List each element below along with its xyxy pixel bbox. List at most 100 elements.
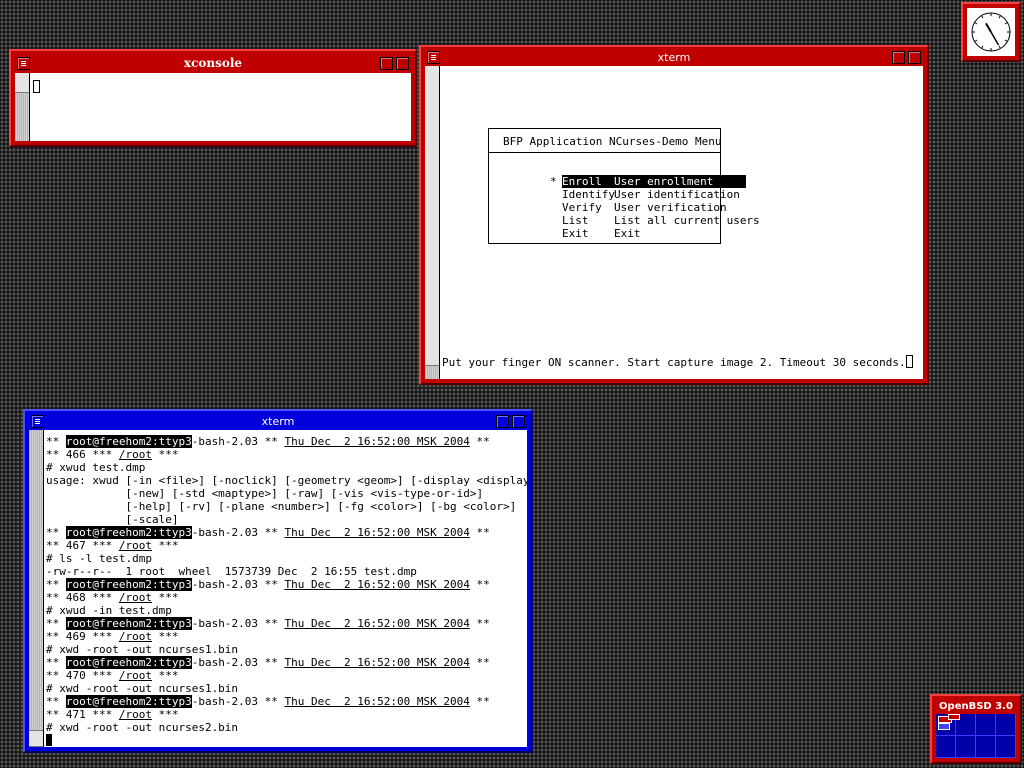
prompt-stars: **: [257, 526, 285, 539]
prompt-path: /root: [118, 539, 152, 552]
terminal-output-line: # ls -l test.dmp: [44, 552, 527, 565]
clock-tick: [1004, 22, 1008, 25]
prompt-stars: **: [257, 435, 285, 448]
prompt-stars: ***: [152, 708, 179, 721]
prompt-stars: **: [46, 448, 66, 461]
prompt-user: root@freehom2:ttyp3: [65, 617, 192, 630]
prompt-header-line: ** root@freehom2:ttyp3-bash-2.03 ** Thu …: [44, 656, 527, 669]
prompt-stars: **: [46, 617, 66, 630]
prompt-stars: **: [46, 526, 66, 539]
clock-face: [967, 8, 1015, 56]
terminal-output-line: [-help] [-rv] [-plane <number>] [-fg <co…: [44, 500, 527, 513]
prompt-stars: **: [46, 539, 66, 552]
prompt-stars: **: [469, 578, 490, 591]
prompt-date: Thu Dec 2 16:52:00 MSK 2004: [284, 617, 470, 630]
prompt-header-line: ** root@freehom2:ttyp3-bash-2.03 ** Thu …: [44, 578, 527, 591]
menu-divider: [489, 152, 720, 153]
window-title: xterm: [261, 415, 295, 428]
clock-tick: [998, 15, 1001, 19]
text-cursor: [905, 355, 913, 368]
xclock-window[interactable]: [961, 2, 1021, 62]
terminal-output-line: # xwd -root -out ncurses2.bin: [44, 721, 527, 734]
desktop-pager[interactable]: OpenBSD 3.0: [930, 694, 1022, 764]
prompt-stars: ***: [85, 591, 119, 604]
prompt-user: root@freehom2:ttyp3: [65, 578, 192, 591]
history-number: 468: [65, 591, 86, 604]
iconify-button-icon[interactable]: [496, 415, 509, 428]
ncurses-menu: BFP Application NCurses-Demo Menu * Enrol…: [488, 128, 760, 244]
terminal-text-area[interactable]: BFP Application NCurses-Demo Menu * Enrol…: [440, 66, 923, 379]
iconify-button-icon[interactable]: [892, 51, 905, 64]
prompt-path: /root: [118, 669, 152, 682]
xterm-titlebar[interactable]: xterm: [29, 413, 527, 430]
prompt-stars: **: [257, 695, 285, 708]
menu-item-verify[interactable]: Verify User verification: [497, 188, 727, 214]
clock-tick: [998, 45, 1001, 49]
history-number: 471: [65, 708, 86, 721]
scrollbar-thumb[interactable]: [425, 66, 439, 366]
menu-item-identify[interactable]: IdentifyUser identification: [497, 175, 740, 201]
prompt-stars: **: [257, 578, 285, 591]
menu-item-enroll[interactable]: * Enroll User enrollment: [497, 162, 746, 188]
pager-grid[interactable]: [936, 714, 1016, 758]
terminal-output-line: [-scale]: [44, 513, 527, 526]
clock-tick: [981, 15, 984, 19]
maximize-button-icon[interactable]: [396, 57, 409, 70]
prompt-stars: ***: [152, 669, 179, 682]
clock-tick: [974, 39, 978, 42]
prompt-stars: **: [257, 617, 285, 630]
prompt-stars: **: [469, 435, 490, 448]
terminal-output-line: # xwud -in test.dmp: [44, 604, 527, 617]
prompt-date: Thu Dec 2 16:52:00 MSK 2004: [284, 526, 470, 539]
console-text-area[interactable]: [30, 73, 411, 141]
terminal-output-line: # xwud test.dmp: [44, 461, 527, 474]
terminal-output-line: # xwd -root -out ncurses1.bin: [44, 643, 527, 656]
prompt-cwd-line: ** 471 *** /root ***: [44, 708, 527, 721]
prompt-stars: ***: [85, 539, 119, 552]
prompt-shell: -bash-2.03: [191, 656, 258, 669]
prompt-cwd-line: ** 466 *** /root ***: [44, 448, 527, 461]
menu-item-list[interactable]: List List all current users: [497, 201, 760, 227]
prompt-stars: ***: [152, 448, 179, 461]
scrollbar[interactable]: [15, 73, 30, 141]
maximize-button-icon[interactable]: [512, 415, 525, 428]
xterm-shell-window[interactable]: xterm ** root@freehom2:ttyp3-bash-2.03 *…: [23, 409, 533, 753]
menu-item-exit[interactable]: Exit Exit: [497, 214, 641, 240]
prompt-shell: -bash-2.03: [191, 617, 258, 630]
prompt-path: /root: [118, 708, 152, 721]
line-text: # ls -l test.dmp: [46, 552, 152, 565]
scrollbar-thumb[interactable]: [15, 73, 29, 93]
terminal-text-area[interactable]: ** root@freehom2:ttyp3-bash-2.03 ** Thu …: [44, 430, 527, 747]
maximize-button-icon[interactable]: [908, 51, 921, 64]
line-text: [-new] [-std <maptype>] [-raw] [-vis <vi…: [46, 487, 484, 500]
prompt-user: root@freehom2:ttyp3: [65, 435, 192, 448]
pager-mini-window: [938, 723, 950, 730]
scrollbar[interactable]: [425, 66, 440, 379]
prompt-date: Thu Dec 2 16:52:00 MSK 2004: [284, 578, 470, 591]
terminal-output-line: -rw-r--r-- 1 root wheel 1573739 Dec 2 16…: [44, 565, 527, 578]
menu-title: BFP Application NCurses-Demo Menu: [503, 135, 722, 148]
xconsole-titlebar[interactable]: xconsole: [15, 55, 411, 72]
iconify-button-icon[interactable]: [380, 57, 393, 70]
prompt-stars: **: [46, 591, 66, 604]
line-text: # xwd -root -out ncurses1.bin: [46, 643, 239, 656]
line-text: [-help] [-rv] [-plane <number>] [-fg <co…: [46, 500, 517, 513]
history-number: 469: [65, 630, 86, 643]
xconsole-window[interactable]: xconsole: [9, 49, 417, 147]
prompt-path: /root: [118, 630, 152, 643]
xterm-titlebar[interactable]: xterm: [425, 49, 923, 66]
prompt-user: root@freehom2:ttyp3: [65, 695, 192, 708]
prompt-user: root@freehom2:ttyp3: [65, 526, 192, 539]
clock-tick: [1004, 39, 1008, 42]
history-number: 466: [65, 448, 86, 461]
window-title: xconsole: [183, 56, 243, 70]
scrollbar[interactable]: [29, 430, 44, 747]
prompt-stars: ***: [85, 669, 119, 682]
prompt-stars: **: [257, 656, 285, 669]
history-number: 470: [65, 669, 86, 682]
clock-icon: [971, 12, 1011, 52]
prompt-shell: -bash-2.03: [191, 695, 258, 708]
xterm-menu-window[interactable]: xterm BFP Application NCurses-Demo Menu …: [419, 45, 929, 385]
scrollbar-thumb[interactable]: [29, 730, 43, 747]
history-number: 467: [65, 539, 86, 552]
